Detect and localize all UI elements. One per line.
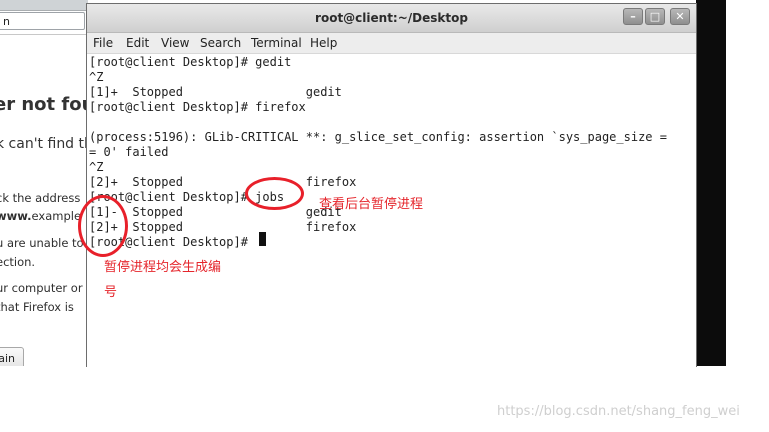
menu-help[interactable]: Help — [310, 36, 337, 50]
console-line: ^Z — [89, 70, 104, 84]
maximize-button[interactable]: □ — [645, 8, 665, 25]
watermark: https://blog.csdn.net/shang_feng_wei — [497, 404, 740, 419]
window-title: root@client:~/Desktop — [315, 11, 468, 25]
menu-search[interactable]: Search — [200, 36, 241, 50]
annotation-circle-jobs — [245, 177, 304, 210]
menu-edit[interactable]: Edit — [126, 36, 149, 50]
error-page-text-line: ck the address — [0, 191, 81, 205]
console-line: [root@client Desktop]# gedit — [89, 55, 292, 69]
menu-file[interactable]: File — [93, 36, 113, 50]
annotation-numbering-note: 暂停进程均会生成编 — [104, 260, 222, 275]
console-line: (process:5196): GLib-CRITICAL **: g_slic… — [89, 130, 667, 144]
menu-terminal[interactable]: Terminal — [251, 36, 302, 50]
minimize-button[interactable]: – — [623, 8, 643, 25]
console-line: [2]+ Stopped firefox — [89, 220, 357, 234]
terminal-cursor — [259, 232, 266, 246]
error-page-text-line: ur computer or — [0, 281, 83, 295]
try-again-button[interactable]: ain — [0, 347, 24, 368]
error-page-text-line: ection. — [0, 255, 36, 269]
desktop-background-strip — [696, 0, 726, 366]
console-line: = 0' failed — [89, 145, 169, 159]
console-line: ^Z — [89, 160, 104, 174]
annotation-numbering-note-cont: 号 — [104, 285, 118, 300]
toolbar-divider — [0, 34, 88, 35]
error-page-text-line: u are unable to — [0, 236, 84, 250]
browser-tab-strip — [0, 0, 88, 11]
console-line: [2]+ Stopped firefox — [89, 175, 357, 189]
terminal-window[interactable]: root@client:~/Desktop – □ ✕ File Edit Vi… — [86, 3, 697, 367]
example-host-prefix: www. — [0, 209, 32, 223]
example-host-rest: example — [31, 209, 82, 223]
background-browser-window: n er not fou k can't find th ck the addr… — [0, 0, 88, 368]
annotation-jobs-note: 查看后台暂停进程 — [319, 197, 424, 212]
error-page-subheading: k can't find th — [0, 136, 88, 152]
close-button[interactable]: ✕ — [670, 8, 690, 25]
console-line: [root@client Desktop]# firefox — [89, 100, 306, 114]
screenshot-margin — [0, 366, 769, 432]
window-titlebar[interactable]: root@client:~/Desktop – □ ✕ — [87, 4, 696, 33]
menu-bar: File Edit View Search Terminal Help — [87, 33, 696, 54]
error-page-heading: er not fou — [0, 94, 88, 115]
error-page-text-line: www.example — [0, 209, 81, 223]
console-line: [1]+ Stopped gedit — [89, 85, 342, 99]
annotation-circle-job-numbers — [78, 195, 128, 257]
error-page-text-line: that Firefox is — [0, 300, 74, 314]
url-bar[interactable]: n — [0, 12, 85, 30]
menu-view[interactable]: View — [161, 36, 189, 50]
